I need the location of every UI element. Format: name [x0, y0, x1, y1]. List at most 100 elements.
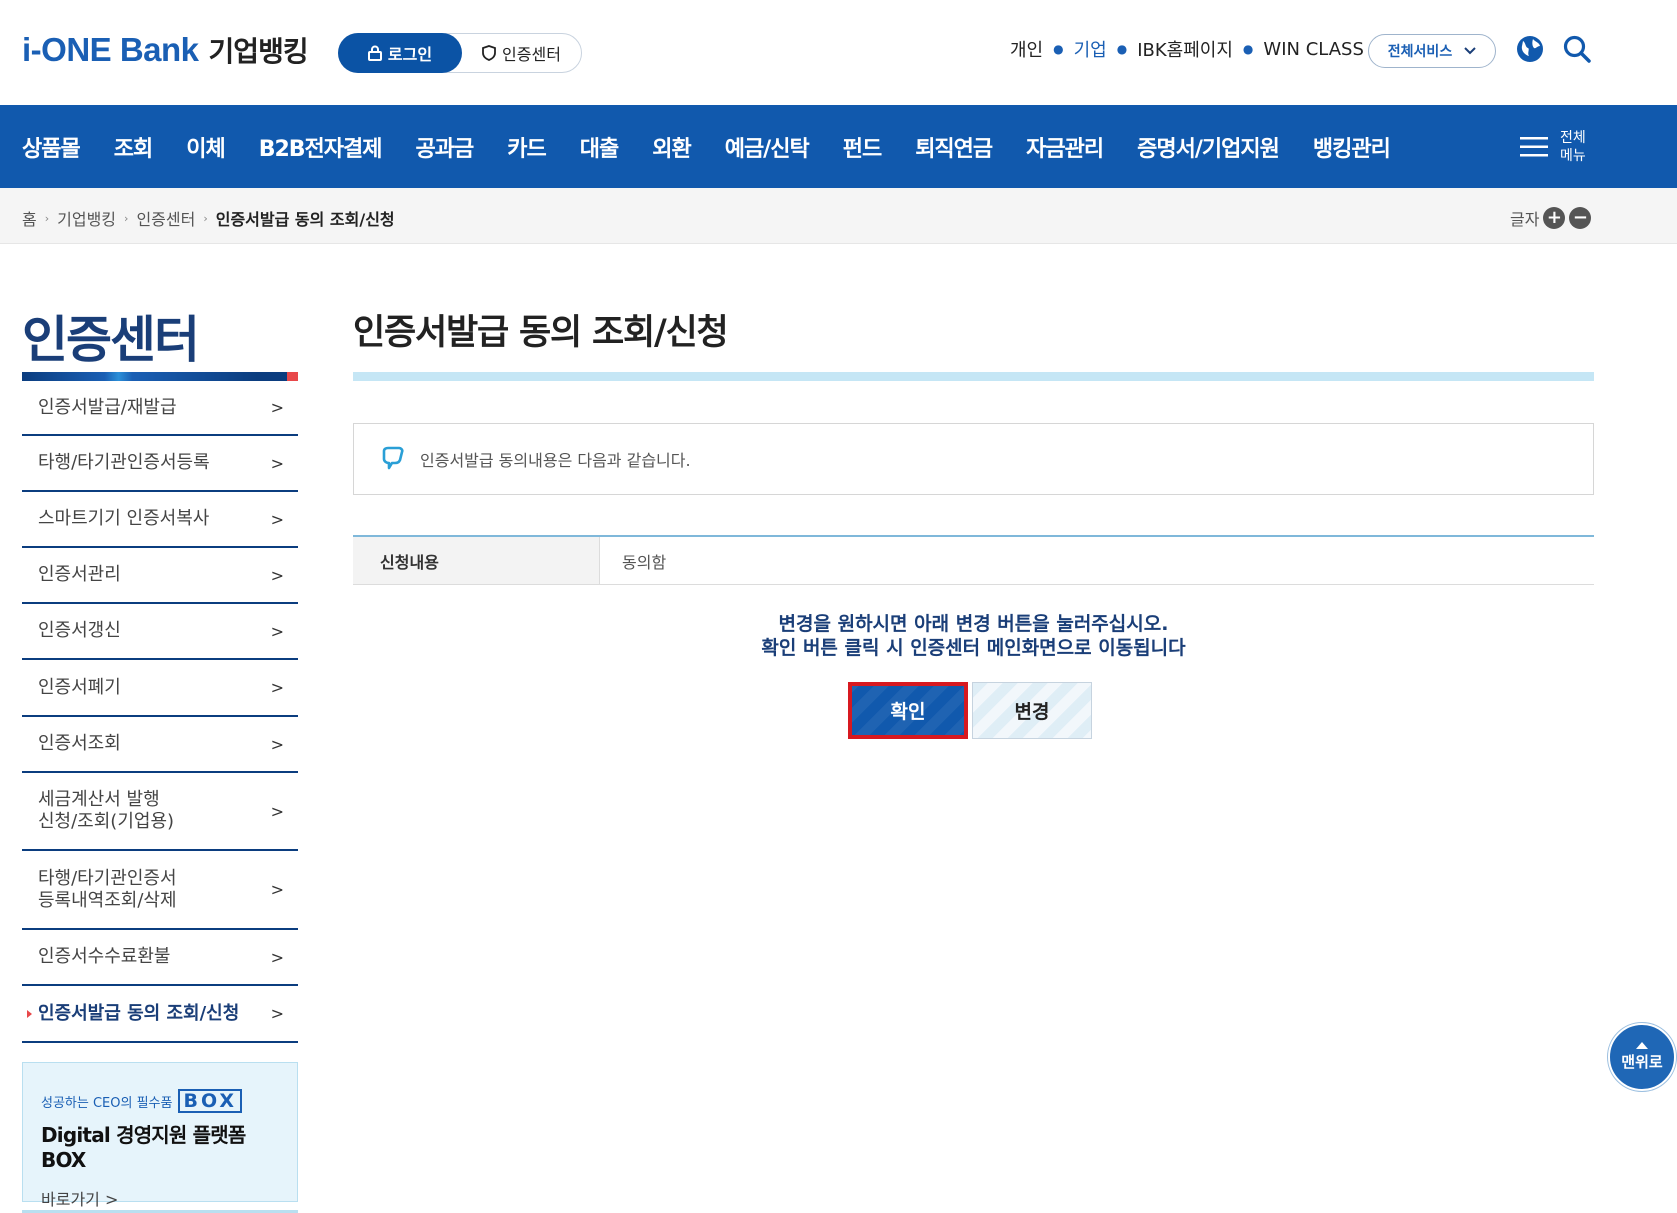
chevron-right-icon: > — [270, 398, 284, 417]
global-nav: 상품몰 조회 이체 B2B전자결제 공과금 카드 대출 외환 예금/신탁 펀드 … — [0, 105, 1677, 188]
side-menu-item-tax-invoice[interactable]: 세금계산서 발행 신청/조회(기업용) > — [22, 773, 298, 851]
action-buttons: 확인 변경 — [848, 682, 1092, 739]
side-menu-item-consent[interactable]: 인증서발급 동의 조회/신청 > — [22, 986, 298, 1043]
table-header-application: 신청내용 — [353, 537, 600, 584]
top-link-corporate[interactable]: 기업 — [1074, 36, 1107, 62]
side-menu-label: 스마트기기 인증서복사 — [38, 508, 210, 529]
side-menu-label: 타행/타기관인증서등록 — [38, 452, 210, 473]
top-link-win-class[interactable]: WIN CLASS — [1263, 39, 1363, 60]
chevron-right-icon: › — [124, 211, 129, 225]
top-links: 개인 ● 기업 ● IBK홈페이지 ● WIN CLASS — [1010, 36, 1364, 62]
font-decrease-icon[interactable]: − — [1569, 207, 1592, 229]
arrow-up-icon — [1636, 1042, 1648, 1049]
consent-info-table: 신청내용 동의함 — [353, 535, 1594, 585]
side-menu-item-revoke[interactable]: 인증서폐기 > — [22, 660, 298, 717]
chevron-down-icon — [1464, 47, 1476, 55]
globe-icon[interactable] — [1515, 34, 1545, 64]
banner-shortcut-link[interactable]: 바로가기 > — [41, 1186, 279, 1210]
search-icon[interactable] — [1562, 34, 1592, 64]
gnb-item-banking-mgmt[interactable]: 뱅킹관리 — [1313, 131, 1391, 163]
side-menu-label: 세금계산서 발행 신청/조회(기업용) — [38, 789, 175, 832]
guide-line-1: 변경을 원하시면 아래 변경 버튼을 눌러주십시오. — [778, 613, 1169, 635]
chevron-right-icon: › — [203, 211, 208, 225]
side-menu-item-lookup[interactable]: 인증서조회 > — [22, 717, 298, 773]
side-menu-label: 인증서발급 동의 조회/신청 — [38, 1002, 240, 1024]
cert-center-button[interactable]: 인증센터 — [462, 41, 581, 65]
all-services-label: 전체서비스 — [1387, 44, 1453, 60]
change-button[interactable]: 변경 — [972, 682, 1092, 739]
gnb-item-utility[interactable]: 공과금 — [416, 131, 475, 163]
dot-separator: ● — [1242, 42, 1254, 56]
side-menu-label: 인증서발급/재발급 — [38, 396, 177, 418]
all-menu-button[interactable]: 전체 메뉴 — [1520, 105, 1594, 188]
box-logo: BOX — [178, 1089, 243, 1113]
gnb-item-deposit[interactable]: 예금/신탁 — [725, 131, 810, 163]
breadcrumb: 홈 › 기업뱅킹 › 인증센터 › 인증서발급 동의 조회/신청 — [22, 206, 395, 230]
chevron-right-icon: > — [270, 880, 284, 899]
side-menu-label: 인증서조회 — [38, 733, 121, 754]
page-title: 인증서발급 동의 조회/신청 — [353, 313, 729, 353]
box-platform-banner[interactable]: 성공하는 CEO의 필수품 BOX Digital 경영지원 플랫폼 BOX 바… — [22, 1062, 298, 1209]
shield-icon — [482, 45, 496, 61]
lock-icon — [367, 45, 382, 61]
breadcrumb-home[interactable]: 홈 — [22, 206, 37, 230]
side-menu-label: 인증서관리 — [38, 564, 121, 585]
gnb-item-card[interactable]: 카드 — [507, 131, 546, 163]
chevron-right-icon: > — [270, 565, 284, 585]
side-menu: 인증서발급/재발급 > 타행/타기관인증서등록 > 스마트기기 인증서복사 > 인증서… — [22, 381, 298, 1043]
confirm-button[interactable]: 확인 — [848, 682, 968, 739]
top-link-personal[interactable]: 개인 — [1010, 36, 1043, 62]
lnb-title: 인증센터 — [22, 311, 200, 369]
chevron-right-icon: > — [270, 678, 284, 697]
font-size-label: 글자 — [1510, 210, 1540, 229]
side-menu-label: 인증서수수료환불 — [38, 946, 171, 967]
chevron-right-icon: > — [270, 509, 284, 529]
chevron-right-icon: > — [270, 621, 284, 641]
side-menu-item-other-history[interactable]: 타행/타기관인증서 등록내역조회/삭제 > — [22, 851, 298, 930]
chevron-right-icon: > — [270, 801, 284, 821]
chevron-right-icon: > — [270, 1004, 284, 1023]
side-menu-label: 인증서폐기 — [38, 676, 121, 698]
scroll-to-top-label: 맨위로 — [1621, 1053, 1663, 1071]
logo-corporate-text: 기업뱅킹 — [208, 35, 309, 68]
banner-top: 성공하는 CEO의 필수품 BOX — [41, 1089, 279, 1113]
gnb-item-transfer[interactable]: 이체 — [186, 131, 225, 163]
top-header: i-ONE Bank 기업뱅킹 로그인 인증센터 개인 ● 기업 ● IBK홈페… — [0, 0, 1677, 105]
bank-logo[interactable]: i-ONE Bank 기업뱅킹 — [22, 30, 309, 70]
top-link-ibk-home[interactable]: IBK홈페이지 — [1137, 36, 1233, 62]
table-value-consent: 동의함 — [622, 552, 667, 572]
chevron-right-icon: > — [270, 734, 284, 754]
gnb-item-pension[interactable]: 퇴직연금 — [915, 131, 993, 163]
side-menu-item-register-other[interactable]: 타행/타기관인증서등록 > — [22, 436, 298, 492]
banner-tagline: 성공하는 CEO의 필수품 — [41, 1095, 173, 1111]
side-menu-item-smart-copy[interactable]: 스마트기기 인증서복사 > — [22, 492, 298, 548]
scroll-to-top-button[interactable]: 맨위로 — [1608, 1023, 1676, 1091]
all-services-select[interactable]: 전체서비스 — [1368, 34, 1496, 68]
gnb-item-certificate[interactable]: 증명서/기업지원 — [1137, 131, 1280, 163]
side-menu-item-renew[interactable]: 인증서갱신 > — [22, 604, 298, 660]
side-menu-item-fee-refund[interactable]: 인증서수수료환불 > — [22, 930, 298, 986]
breadcrumb-corporate-banking[interactable]: 기업뱅킹 — [57, 206, 116, 230]
gnb-item-inquiry[interactable]: 조회 — [114, 131, 153, 163]
dot-separator: ● — [1053, 42, 1064, 56]
font-size-control: 글자 + − — [1510, 206, 1592, 230]
font-increase-icon[interactable]: + — [1543, 207, 1566, 229]
cert-center-label: 인증센터 — [502, 45, 561, 64]
all-menu-line1: 전체 — [1560, 129, 1586, 146]
side-menu-item-manage[interactable]: 인증서관리 > — [22, 548, 298, 604]
gnb-item-loan[interactable]: 대출 — [580, 131, 619, 163]
side-menu-item-issue[interactable]: 인증서발급/재발급 > — [22, 381, 298, 436]
login-button[interactable]: 로그인 — [338, 33, 462, 73]
breadcrumb-cert-center[interactable]: 인증센터 — [136, 206, 195, 230]
guide-line-2: 확인 버튼 클릭 시 인증센터 메인화면으로 이동됩니다 — [761, 637, 1186, 659]
gnb-item-forex[interactable]: 외환 — [652, 131, 691, 163]
gnb-item-b2b[interactable]: B2B전자결제 — [259, 131, 383, 163]
notice-text: 인증서발급 동의내용은 다음과 같습니다. — [420, 451, 691, 470]
hamburger-icon — [1520, 136, 1548, 156]
gnb-item-fund[interactable]: 펀드 — [843, 131, 882, 163]
auth-group: 로그인 인증센터 — [338, 33, 582, 73]
gnb-item-product-mall[interactable]: 상품몰 — [22, 131, 81, 163]
side-menu-label: 인증서갱신 — [38, 620, 121, 641]
gnb-item-cash-mgmt[interactable]: 자금관리 — [1026, 131, 1104, 163]
title-underline — [353, 372, 1594, 381]
